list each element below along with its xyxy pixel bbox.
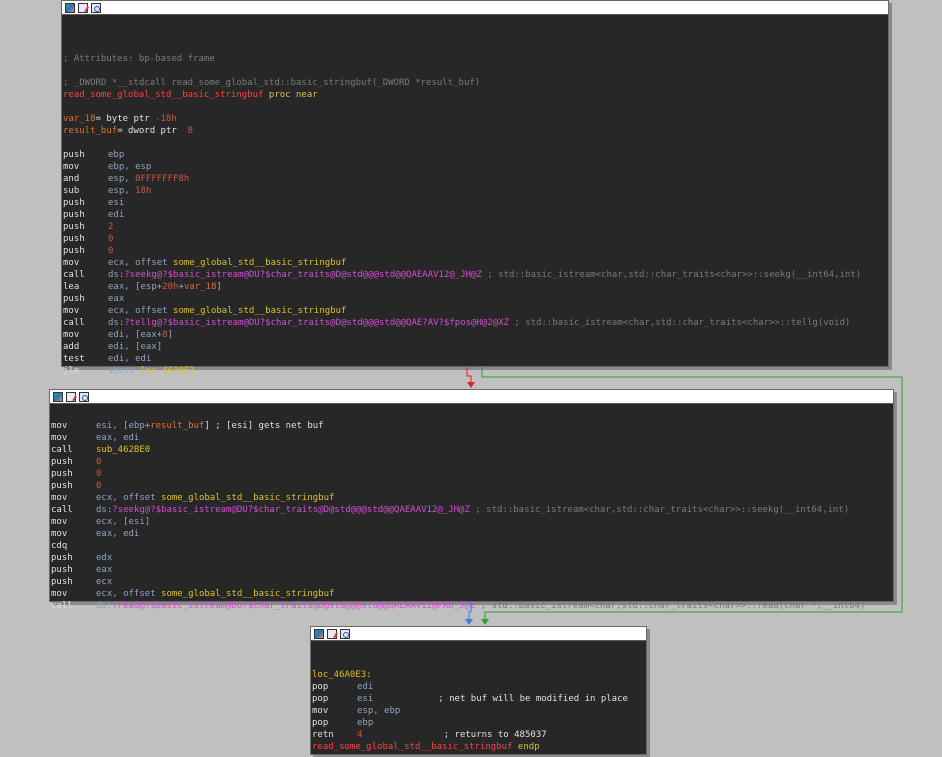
edge-true-branch[interactable] (481, 366, 903, 625)
edge-false-branch[interactable] (466, 366, 475, 388)
flow-edges (465, 366, 903, 625)
edge-fallthrough[interactable] (465, 601, 473, 625)
